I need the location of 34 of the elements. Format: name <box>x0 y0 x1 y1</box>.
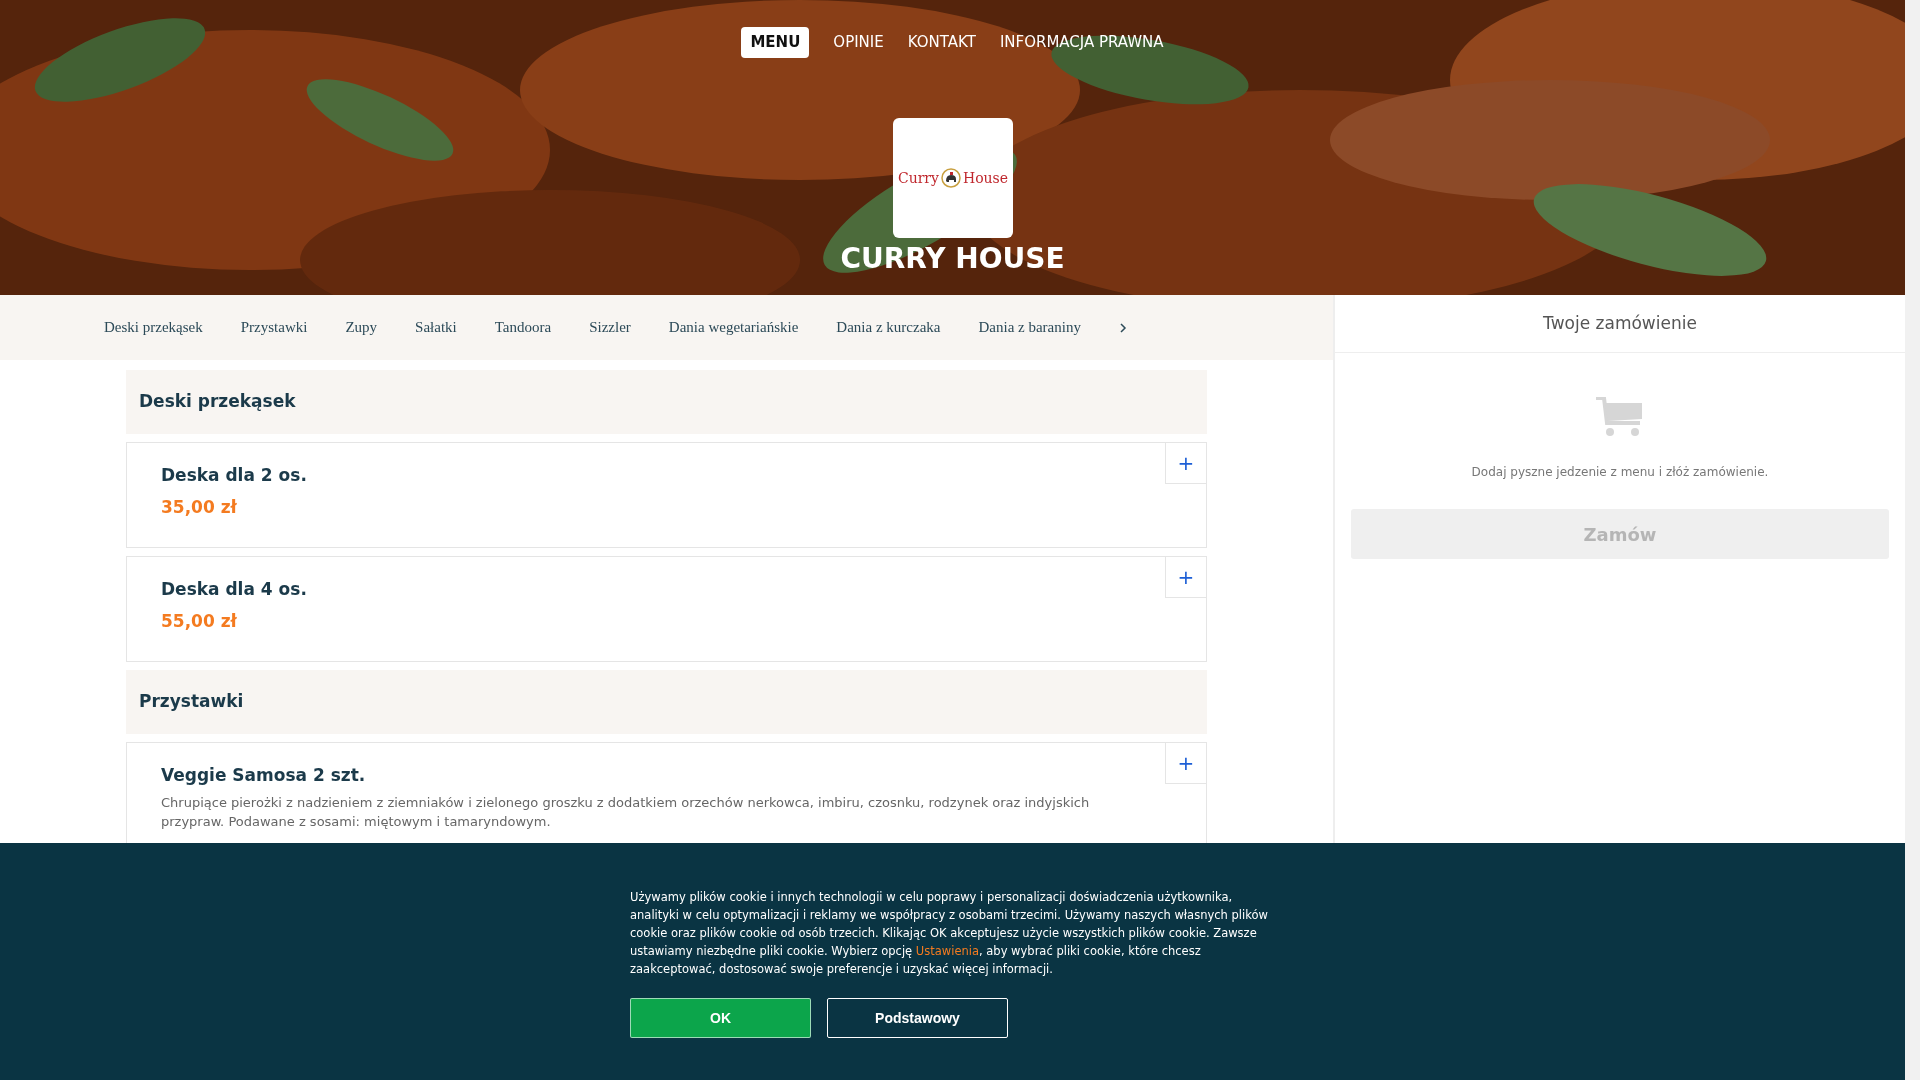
add-button[interactable]: + <box>1165 443 1206 484</box>
logo-text: House <box>962 168 1009 188</box>
category-link[interactable]: Tandoora <box>494 316 552 339</box>
category-link[interactable]: Zupy <box>345 316 378 339</box>
item-name: Deska dla 4 os. <box>161 578 308 601</box>
nav-link[interactable]: KONTAKT <box>907 27 976 58</box>
settings-link[interactable]: Ustawienia <box>915 944 979 958</box>
item-name: Deska dla 2 os. <box>161 464 308 487</box>
category-link[interactable]: Dania z baraniny <box>978 316 1081 339</box>
category-link[interactable]: Dania wegetariańskie <box>668 316 799 339</box>
item-name: Veggie Samosa 2 szt. <box>161 764 367 787</box>
section-heading: Deski przekąsek <box>126 370 1207 434</box>
category-link[interactable]: Przystawki <box>240 316 308 339</box>
category-link[interactable]: Dania z kurczaka <box>836 316 941 339</box>
item-description: Chrupiące pierożki z nadzieniem z ziemniaków i zielonego groszku z dodatkiem orzechów nerkowca, imbiru, czosnku, rodzynek oraz indyjskich przypraw. Podawane z sosami: miętowym i tamaryndowym. <box>161 793 1091 831</box>
basic-button[interactable]: Podstawowy <box>827 998 1008 1038</box>
category-link[interactable]: Sałatki <box>415 316 457 339</box>
restaurant-name: CURRY HOUSE <box>839 241 1066 277</box>
cookie-text: Używamy plików cookie i innych technologii w celu poprawy i personalizacji doświadczenia użytkownika, analityki w celu optymalizacji i reklamy we współpracy z osobami trzecimi. Używamy naszych własnych plików cookie oraz plików cookie od osób trzecich. Klikając OK akceptujesz użycie wszystkich plików cookie. Zawsze ustawiamy niezbędne pliki cookie. Wybierz opcję Ustawienia, aby wybrać pliki cookie, które chcesz zaakceptować, dostosować swoje preferencje i uzyskać więcej informacji. <box>630 889 1269 978</box>
logo-text: Curry <box>897 168 939 188</box>
nav-link[interactable]: MENU <box>741 27 810 58</box>
item-price: 55,00 zł <box>161 609 238 633</box>
item-price: 35,00 zł <box>161 495 238 519</box>
menu-item-card[interactable]: Deska dla 2 os. 35,00 zł + <box>126 442 1207 548</box>
add-button[interactable]: + <box>1165 557 1206 598</box>
cart-empty-text: Dodaj pyszne jedzenie z menu i złóż zamówienie. <box>1470 464 1770 481</box>
cart-title: Twoje zamówienie <box>1335 295 1905 353</box>
add-button[interactable]: + <box>1165 743 1206 784</box>
category-link[interactable]: Deski przekąsek <box>104 316 203 339</box>
nav-link[interactable]: OPINIE <box>833 27 884 58</box>
nav-link[interactable]: INFORMACJA PRAWNA <box>999 27 1164 58</box>
menu-item-card[interactable]: Deska dla 4 os. 55,00 zł + <box>126 556 1207 662</box>
section-heading: Przystawki <box>126 670 1207 734</box>
category-link[interactable]: Sizzler <box>589 316 631 339</box>
